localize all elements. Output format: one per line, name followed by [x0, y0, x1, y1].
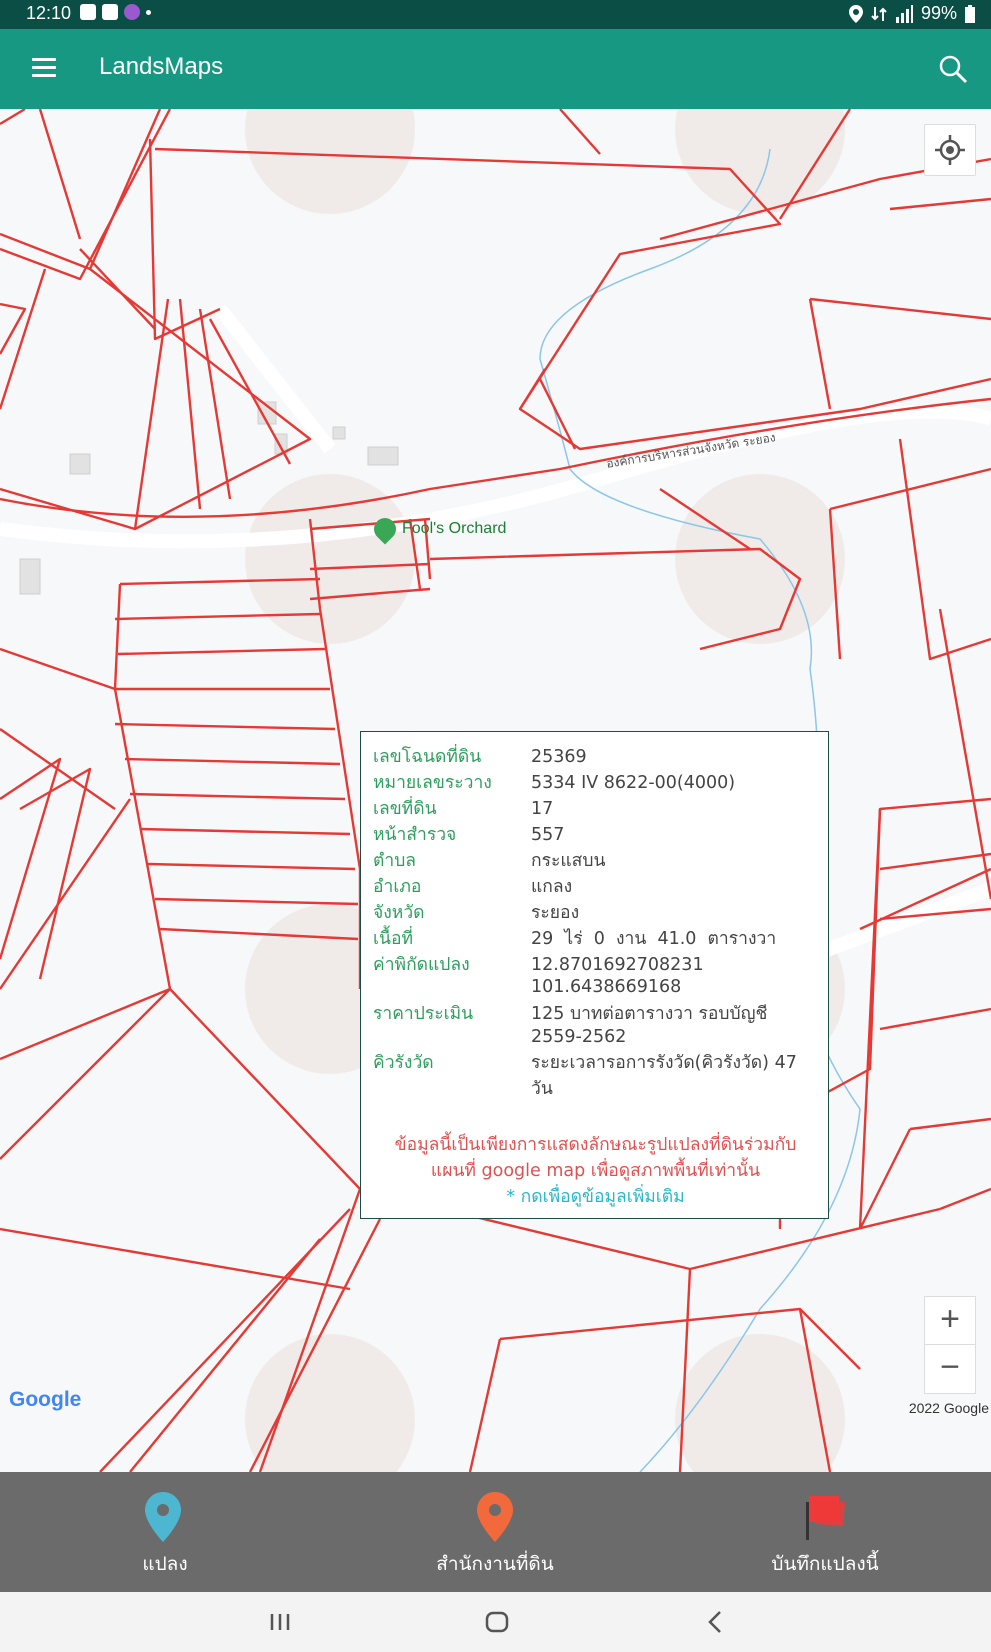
google-logo: Google: [9, 1388, 82, 1411]
app-title: LandsMaps: [99, 53, 224, 80]
tab-land-office[interactable]: สำนักงานที่ดิน: [410, 1472, 580, 1592]
back-icon[interactable]: [685, 1604, 745, 1640]
bottom-tab-bar: แปลง สำนักงานที่ดิน บันทึกแปลงนี้: [0, 1472, 991, 1592]
location-icon: [848, 4, 863, 23]
land-office-pin-icon: [477, 1492, 513, 1542]
signal-icon: [895, 4, 913, 23]
disclaimer-line1: ข้อมูลนี้เป็นเพียงการแสดงลักษณะรูปแปลงที…: [394, 1135, 797, 1155]
maps-icon: [102, 4, 118, 20]
info-value: ระยอง: [531, 903, 580, 923]
zoom-in-button[interactable]: +: [924, 1296, 976, 1346]
tab-land-office-label: สำนักงานที่ดิน: [436, 1553, 554, 1575]
info-value-line2: วัน: [531, 1079, 553, 1099]
crosshair-icon: [935, 135, 965, 165]
map-copyright: 2022 Google: [908, 1400, 989, 1416]
tab-parcel[interactable]: แปลง: [95, 1472, 235, 1592]
map-view[interactable]: องค์การบริหารส่วนจังหวัด ระยอง Fool's Or…: [0, 109, 991, 1472]
info-label: เลขโฉนดที่ดิน: [373, 747, 482, 767]
info-value: แกลง: [531, 877, 573, 897]
info-value: กระแสบน: [531, 851, 606, 871]
info-value: 25369: [531, 747, 587, 767]
app-notification-icon: [124, 4, 140, 20]
status-bar: 12:10 99%: [0, 0, 991, 29]
info-value-line2: 2559-2562: [531, 1027, 627, 1047]
hamburger-menu-icon[interactable]: [30, 55, 58, 83]
shopping-icon: [80, 4, 96, 20]
notification-icons: [80, 4, 151, 20]
system-navigation-bar: [0, 1592, 991, 1652]
more-notifications-icon: [146, 9, 151, 15]
info-value: 17: [531, 799, 554, 819]
home-icon[interactable]: [467, 1604, 527, 1640]
disclaimer-line2: แผนที่ google map เพื่อดูสภาพพื้นที่เท่า…: [430, 1161, 761, 1181]
info-label: ราคาประเมิน: [373, 1004, 474, 1024]
parcel-pin-icon: [145, 1492, 181, 1542]
info-value: ระยะเวลารอการรังวัด(คิวรังวัด) 47: [531, 1053, 797, 1073]
info-value: 557: [531, 825, 565, 845]
info-label: จังหวัด: [373, 903, 425, 923]
tab-save-parcel[interactable]: บันทึกแปลงนี้: [740, 1472, 910, 1592]
info-value: 12.8701692708231: [531, 955, 704, 975]
battery-icon: [965, 4, 975, 23]
info-label: หมายเลขระวาง: [373, 773, 492, 793]
battery-percent: 99%: [920, 3, 957, 23]
poi-label: Fool's Orchard: [402, 520, 507, 537]
parcel-info-window[interactable]: เลขโฉนดที่ดิน 25369 หมายเลขระวาง 5334 IV…: [360, 731, 829, 1219]
info-label: คิวรังวัด: [373, 1053, 434, 1073]
tab-parcel-label: แปลง: [142, 1553, 188, 1575]
zoom-out-button[interactable]: −: [924, 1344, 976, 1394]
recent-apps-icon[interactable]: [250, 1604, 310, 1640]
poi-pin-icon: [369, 513, 401, 545]
info-value-line2: 101.6438669168: [531, 977, 682, 997]
app-bar: LandsMaps: [0, 29, 991, 109]
info-label: หน้าสำรวจ: [373, 825, 457, 845]
my-location-button[interactable]: [924, 124, 976, 176]
status-right: 99%: [848, 3, 975, 24]
search-icon[interactable]: [937, 53, 969, 85]
poi-marker[interactable]: Fool's Orchard: [369, 513, 507, 545]
tab-save-parcel-label: บันทึกแปลงนี้: [771, 1553, 879, 1575]
info-value: 125 บาทต่อตารางวา รอบบัญชี: [531, 1004, 768, 1024]
info-label: ค่าพิกัดแปลง: [373, 955, 470, 975]
info-value: 5334 IV 8622-00(4000): [531, 773, 736, 793]
data-transfer-icon: [871, 6, 887, 21]
more-info-link[interactable]: * กดเพื่อดูข้อมูลเพิ่มเติม: [361, 1184, 830, 1210]
status-time: 12:10: [26, 3, 72, 23]
flag-icon: [806, 1496, 845, 1540]
info-label: เลขที่ดิน: [373, 799, 437, 819]
info-label: เนื้อที่: [373, 929, 413, 949]
info-label: อำเภอ: [373, 877, 422, 897]
info-value: 29 ไร่ 0 งาน 41.0 ตารางวา: [531, 929, 777, 949]
info-label: ตำบล: [373, 851, 417, 871]
